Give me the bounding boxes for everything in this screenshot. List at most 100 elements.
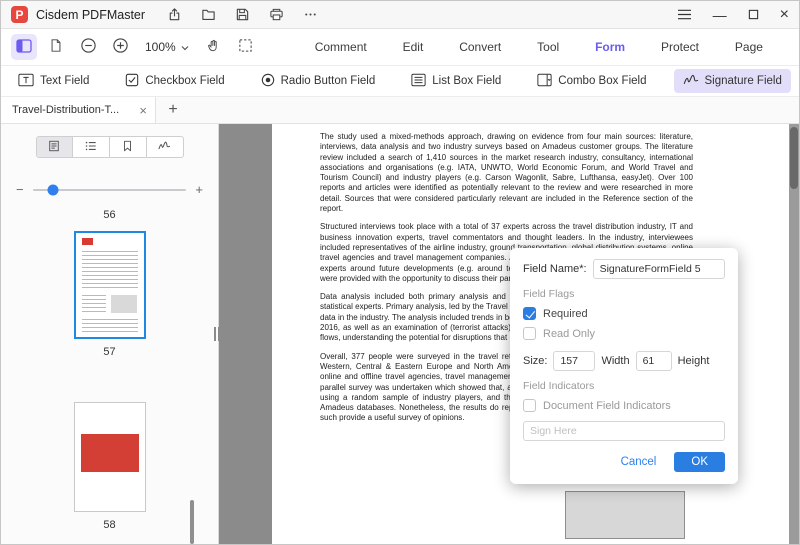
app-window: P Cisdem PDFMaster — × 100% Comment Edit…	[0, 0, 800, 545]
thumb-text-lines	[82, 295, 106, 313]
main-toolbar: 100% Comment Edit Convert Tool Form Prot…	[1, 29, 799, 66]
combo-box-field-button[interactable]: Combo Box Field	[528, 69, 655, 94]
app-title: Cisdem PDFMaster	[36, 8, 145, 22]
sign-here-input[interactable]	[523, 421, 725, 441]
zoom-in-button[interactable]	[107, 34, 133, 60]
menu-comment[interactable]: Comment	[315, 40, 367, 54]
more-options-icon[interactable]	[303, 7, 318, 22]
new-tab-button[interactable]: +	[156, 97, 190, 123]
width-input[interactable]	[553, 351, 595, 371]
signature-view-button[interactable]	[147, 137, 183, 157]
page-view-button[interactable]	[43, 34, 69, 60]
thumbnail-view-button[interactable]	[37, 137, 74, 157]
hand-tool-button[interactable]	[201, 34, 227, 60]
menu-tool[interactable]: Tool	[537, 40, 559, 54]
document-viewer: The study used a mixed-methods approach,…	[219, 124, 799, 544]
tab-bar: Travel-Distribution-T... × +	[1, 97, 799, 124]
menu-convert[interactable]: Convert	[459, 40, 501, 54]
main-menu: Comment Edit Convert Tool Form Protect P…	[265, 40, 789, 54]
radio-button-field-label: Radio Button Field	[281, 75, 376, 87]
page-number-label: 57	[1, 346, 218, 358]
zoom-out-button[interactable]	[75, 34, 101, 60]
viewer-scrollbar-thumb[interactable]	[790, 127, 798, 189]
print-icon[interactable]	[269, 7, 284, 22]
zoom-out-icon	[80, 37, 97, 57]
share-icon[interactable]	[167, 7, 182, 22]
zoom-level-dropdown[interactable]: 100%	[145, 40, 189, 54]
field-flags-heading: Field Flags	[523, 288, 725, 300]
minimize-button[interactable]: —	[713, 8, 727, 22]
menu-edit[interactable]: Edit	[403, 40, 424, 54]
text-field-icon	[18, 73, 34, 90]
height-input[interactable]	[636, 351, 672, 371]
checkbox-field-button[interactable]: Checkbox Field	[116, 69, 233, 94]
field-name-input[interactable]	[593, 259, 725, 279]
outline-view-button[interactable]	[73, 137, 110, 157]
marquee-select-icon	[238, 38, 253, 56]
cancel-button[interactable]: Cancel	[621, 456, 657, 468]
read-only-label: Read Only	[543, 328, 595, 340]
page-icon	[49, 38, 63, 56]
menu-icon[interactable]	[677, 8, 692, 21]
main-area: − + 56 57 58 The stud	[1, 124, 799, 544]
required-label: Required	[543, 308, 588, 320]
page-thumbnail-58[interactable]	[74, 402, 146, 512]
field-name-label: Field Name*:	[523, 263, 587, 275]
signature-view-icon	[158, 140, 171, 154]
maximize-button[interactable]	[748, 9, 759, 20]
radio-button-field-icon	[261, 73, 275, 90]
tab-close-icon[interactable]: ×	[139, 104, 147, 117]
ok-button[interactable]: OK	[674, 452, 725, 472]
size-label: Size:	[523, 355, 547, 367]
required-checkbox[interactable]	[523, 307, 536, 320]
thumbnail-sidebar: − + 56 57 58	[1, 124, 219, 544]
slider-plus-icon[interactable]: +	[195, 182, 203, 197]
height-label: Height	[678, 355, 710, 367]
signature-field-label: Signature Field	[705, 75, 782, 87]
thumbnail-view-icon	[48, 140, 60, 155]
sidebar-resize-handle[interactable]	[214, 327, 220, 341]
combo-box-field-icon	[537, 73, 552, 90]
radio-button-field-button[interactable]: Radio Button Field	[252, 69, 385, 94]
list-box-field-icon	[411, 73, 426, 90]
text-field-button[interactable]: Text Field	[9, 69, 98, 94]
menu-page[interactable]: Page	[735, 40, 763, 54]
placed-signature-field[interactable]	[565, 491, 685, 539]
document-tab[interactable]: Travel-Distribution-T... ×	[1, 97, 156, 123]
save-icon[interactable]	[235, 7, 250, 22]
thumb-header-block	[82, 238, 93, 245]
document-field-indicators-checkbox[interactable]	[523, 399, 536, 412]
viewer-scrollbar[interactable]	[789, 124, 799, 544]
sidebar-panel-icon	[16, 39, 32, 56]
sidebar-toggle-button[interactable]	[11, 34, 37, 60]
text-field-label: Text Field	[40, 75, 89, 87]
field-indicators-heading: Field Indicators	[523, 380, 725, 392]
sidebar-view-switcher	[36, 136, 184, 158]
signature-field-icon	[683, 73, 699, 89]
open-folder-icon[interactable]	[201, 7, 216, 22]
chevron-down-icon	[181, 40, 189, 54]
outline-view-icon	[85, 140, 97, 155]
menu-protect[interactable]: Protect	[661, 40, 699, 54]
thumb-image-placeholder	[111, 295, 137, 313]
slider-minus-icon[interactable]: −	[16, 182, 24, 197]
logo-letter: P	[15, 8, 23, 22]
list-box-field-button[interactable]: List Box Field	[402, 69, 510, 94]
page-thumbnail-57[interactable]	[74, 231, 146, 339]
signature-field-button[interactable]: Signature Field	[674, 69, 791, 93]
zoom-level-value: 100%	[145, 40, 176, 54]
bookmark-view-button[interactable]	[110, 137, 147, 157]
menu-form[interactable]: Form	[595, 40, 625, 54]
window-controls: — ×	[677, 7, 789, 23]
select-tool-button[interactable]	[233, 34, 259, 60]
thumb-text-lines	[82, 319, 138, 333]
close-button[interactable]: ×	[780, 7, 789, 23]
sidebar-scrollbar-thumb[interactable]	[190, 500, 194, 544]
checkbox-field-label: Checkbox Field	[145, 75, 224, 87]
slider-track[interactable]	[33, 189, 187, 191]
thumb-red-figure	[81, 434, 139, 472]
slider-handle[interactable]	[47, 184, 58, 195]
checkbox-field-icon	[125, 73, 139, 90]
signature-field-dialog: Field Name*: Field Flags Required Read O…	[510, 248, 738, 484]
read-only-checkbox[interactable]	[523, 327, 536, 340]
